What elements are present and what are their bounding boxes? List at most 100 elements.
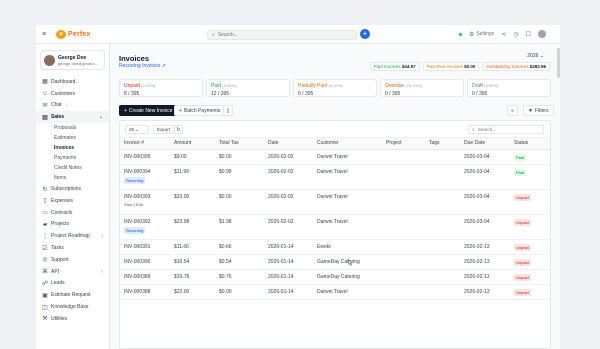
table-row[interactable]: INV-000395 $9.00 $0.00 2026-02-02 Darwin Tra… — [120, 149, 550, 165]
notification-icon[interactable]: ☐ — [526, 31, 531, 38]
sidebar-subitem-items[interactable]: Items — [36, 173, 109, 183]
col-project[interactable]: Project — [382, 138, 425, 150]
profile-avatar[interactable] — [538, 30, 546, 38]
customer-link[interactable]: Darwin Travel — [317, 169, 348, 175]
date-cell: 2026-02-02 — [268, 153, 294, 160]
invoice-number-link[interactable]: INV-000392 — [124, 219, 150, 225]
invoice-number-link[interactable]: INV-000394 — [124, 169, 150, 175]
sidebar-item-expenses[interactable]: ▯ Expenses — [36, 195, 109, 207]
stat-pct: (0.00%) — [328, 83, 343, 88]
stat-label: Draft — [472, 83, 483, 89]
search-input[interactable] — [217, 32, 338, 38]
stat-partially-paid[interactable]: Partially Paid (0.00%) 0 / 395 — [293, 79, 377, 97]
stat-overdue[interactable]: Overdue (78.23%) 0 / 395 — [380, 79, 464, 97]
users-icon: ☺ — [42, 90, 49, 97]
sidebar-item-label: Knowledge Base — [51, 304, 89, 311]
mouse-cursor-icon — [348, 259, 353, 266]
table-row[interactable]: INV-000391 $11.66 $0.66 2026-01-14 Ewebi 2026… — [120, 239, 550, 255]
col-invoice-number[interactable]: Invoice # — [120, 138, 170, 150]
filters-button[interactable]: ▼ Filters — [523, 105, 554, 116]
clock-icon[interactable]: ◷ — [513, 31, 518, 38]
customer-link[interactable]: Darwin Travel — [317, 154, 348, 160]
sidebar-item-estimate-request[interactable]: ▣ Estimate Request — [36, 289, 109, 301]
sidebar-subitem-payments[interactable]: Payments — [36, 153, 109, 163]
sidebar-subitem-invoices[interactable]: Invoices — [36, 143, 109, 153]
customer-link[interactable]: GameDay Catering — [317, 274, 360, 280]
action-row: + Create New Invoice + Batch Payments ▯ « … — [119, 105, 554, 116]
refresh-button[interactable]: ↻ — [174, 125, 183, 134]
scrollbar[interactable] — [557, 48, 560, 78]
table-row[interactable]: INV-000393 View | Edit $33.00 $0.00 2026-02-… — [120, 189, 550, 215]
tags-cell — [425, 269, 460, 285]
recurring-invoices-link[interactable]: Recurring Invoices ➚ — [119, 63, 166, 69]
tags-cell — [425, 149, 460, 165]
sidebar-item-utilities[interactable]: ⚒ Utilities — [36, 313, 109, 325]
batch-payments-button[interactable]: + Batch Payments — [174, 105, 226, 116]
invoice-number-link[interactable]: INV-000390 — [124, 259, 150, 265]
col-date[interactable]: Date — [264, 138, 313, 150]
logo[interactable]: p Perfex — [56, 29, 91, 39]
customer-link[interactable]: Darwin Travel — [317, 219, 348, 225]
sidebar-item-customers[interactable]: ☺ Customers — [36, 88, 109, 100]
stat-draft[interactable]: Draft (0.00%) 0 / 395 — [467, 79, 551, 97]
quick-create-button[interactable]: + — [360, 29, 370, 39]
sidebar-item-support[interactable]: ◎ Support — [36, 254, 109, 266]
batch-payments-label: Batch Payments — [183, 107, 221, 114]
settings-link[interactable]: ⚙ Settings — [469, 31, 494, 38]
stat-paid[interactable]: Paid (3.04%) 12 / 395 — [206, 79, 290, 97]
menu-icon[interactable]: ≡ — [42, 31, 50, 38]
sidebar-subitem-credit-notes[interactable]: Credit Notes — [36, 163, 109, 173]
invoice-number-link[interactable]: INV-000393 — [124, 194, 150, 200]
table-row[interactable]: INV-000390 $10.54 $0.54 2026-01-14 GameDay C… — [120, 254, 550, 270]
sidebar-subitem-proposals[interactable]: Proposals — [36, 123, 109, 133]
sidebar-item-chat[interactable]: ✉ Chat ↓ — [36, 100, 109, 112]
global-search[interactable]: ⌕ — [207, 30, 357, 40]
sidebar-subitem-estimates[interactable]: Estimates — [36, 133, 109, 143]
customer-link[interactable]: GameDay Catering — [317, 259, 360, 265]
user-email: george.doe@gmail.c... — [58, 60, 99, 66]
table-search[interactable]: ⌕ — [468, 125, 544, 134]
year-select[interactable]: 2026 ⌄ — [527, 53, 544, 59]
table-row[interactable]: INV-000388 $22.00 $0.00 2026-01-14 Darwin Tr… — [120, 284, 550, 300]
invoice-number-link[interactable]: INV-000391 — [124, 244, 150, 250]
table-row[interactable]: INV-000394 Recurring $11.99 $0.99 2026-02-02… — [120, 164, 550, 190]
document-icon: ▯ — [226, 107, 230, 114]
user-card[interactable]: George Doe george.doe@gmail.c... — [40, 50, 105, 70]
tax-cell: $1.98 — [219, 218, 232, 225]
col-total-tax[interactable]: Total Tax — [215, 138, 264, 150]
invoice-number-link[interactable]: INV-000395 — [124, 154, 150, 160]
col-due-date[interactable]: Due Date — [460, 138, 510, 150]
table-row[interactable]: INV-000392 Recurring $23.98 $1.98 2026-02-02… — [120, 214, 550, 240]
sidebar-item-knowledge-base[interactable]: ◫ Knowledge Base — [36, 301, 109, 313]
stat-unpaid[interactable]: Unpaid (2.03%) 8 / 395 — [119, 79, 203, 97]
sidebar-item-tasks[interactable]: ☑ Tasks — [36, 242, 109, 254]
per-page-select[interactable]: 25 ⌄ — [125, 125, 149, 134]
sidebar-item-contracts[interactable]: ▭ Contracts — [36, 207, 109, 219]
table-row[interactable]: INV-000389 $19.76 $0.76 2026-01-14 GameDay C… — [120, 269, 550, 285]
col-status[interactable]: Status — [510, 138, 550, 150]
sidebar-item-leads[interactable]: ☍ Leads — [36, 278, 109, 290]
invoice-number-link[interactable]: INV-000389 — [124, 274, 150, 280]
sidebar-item-sales[interactable]: ▤ Sales ⌄ — [36, 111, 109, 124]
sidebar-item-dashboard[interactable]: ▦ Dashboard — [36, 76, 109, 88]
col-amount[interactable]: Amount — [170, 138, 215, 150]
customer-link[interactable]: Darwin Travel — [317, 194, 348, 200]
col-tags[interactable]: Tags — [425, 138, 460, 150]
sidebar-item-api[interactable]: ⌘ API ‹ — [36, 266, 109, 278]
customer-link[interactable]: Ewebi — [317, 244, 331, 250]
sidebar-item-projects[interactable]: ▰ Projects — [36, 219, 109, 231]
share-icon[interactable]: ⋖ — [501, 31, 506, 38]
sidebar-item-project-roadmap[interactable]: ⋮ Project Roadmap ‹ — [36, 230, 109, 242]
sidebar-item-label: Estimate Request — [51, 292, 91, 299]
invoice-number-link[interactable]: INV-000388 — [124, 289, 150, 295]
customer-link[interactable]: Darwin Travel — [317, 289, 348, 295]
document-view-button[interactable]: ▯ — [223, 105, 233, 116]
row-actions[interactable]: View | Edit — [124, 202, 170, 207]
api-icon: ⌘ — [42, 269, 48, 276]
toggle-view-button[interactable]: « — [507, 105, 518, 116]
create-invoice-button[interactable]: + Create New Invoice — [119, 105, 178, 116]
export-button[interactable]: Export — [153, 125, 175, 134]
sidebar-item-subscriptions[interactable]: ↻ Subscriptions — [36, 183, 109, 195]
table-search-input[interactable] — [477, 127, 528, 132]
col-customer[interactable]: Customer — [313, 138, 382, 150]
